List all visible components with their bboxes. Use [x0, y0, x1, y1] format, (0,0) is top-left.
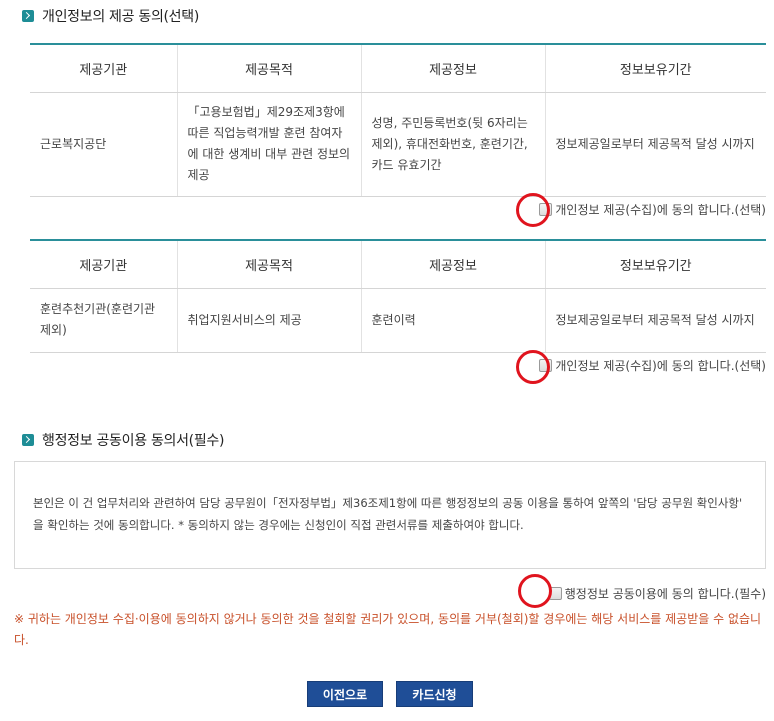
cell-purpose: 「고용보험법」제29조제3항에 따른 직업능력개발 훈련 참여자에 대한 생계비… — [177, 92, 362, 197]
highlight-circle — [518, 574, 552, 608]
header-info: 제공정보 — [361, 240, 546, 289]
section-title-text: 행정정보 공동이용 동의서(필수) — [42, 433, 225, 449]
admin-consent-text: 본인은 이 건 업무처리와 관련하여 담당 공무원이「전자정부법」제36조제1항… — [33, 496, 743, 532]
section-title-text: 개인정보의 제공 동의(선택) — [42, 9, 200, 25]
privacy-table-2: 제공기관 제공목적 제공정보 정보보유기간 훈련추천기관(훈련기관 제외) 취업… — [30, 239, 766, 353]
table-header-row: 제공기관 제공목적 제공정보 정보보유기간 — [30, 44, 766, 93]
consent-checkbox-1[interactable] — [539, 203, 553, 216]
header-period: 정보보유기간 — [545, 240, 766, 289]
header-info: 제공정보 — [361, 44, 546, 93]
cell-org: 훈련추천기관(훈련기관 제외) — [30, 288, 178, 353]
card-apply-button[interactable]: 카드신청 — [396, 681, 473, 707]
header-org: 제공기관 — [30, 44, 178, 93]
cell-info: 훈련이력 — [361, 288, 546, 353]
chevron-right-icon — [22, 434, 34, 446]
cell-org: 근로복지공단 — [30, 92, 178, 197]
cell-purpose: 취업지원서비스의 제공 — [177, 288, 362, 353]
header-purpose: 제공목적 — [177, 240, 362, 289]
cell-info: 성명, 주민등록번호(뒷 6자리는 제외), 휴대전화번호, 훈련기간, 카드 … — [361, 92, 546, 197]
header-purpose: 제공목적 — [177, 44, 362, 93]
consent-row-3: 행정정보 공동이용에 동의 합니다.(필수) — [548, 585, 766, 602]
cell-period: 정보제공일로부터 제공목적 달성 시까지 — [545, 288, 766, 353]
privacy-table-1: 제공기관 제공목적 제공정보 정보보유기간 근로복지공단 「고용보험법」제29조… — [30, 43, 766, 197]
chevron-right-icon — [22, 10, 34, 22]
section-title-privacy: 개인정보의 제공 동의(선택) — [22, 6, 199, 26]
consent-checkbox-2[interactable] — [539, 359, 553, 372]
privacy-notice: ※ 귀하는 개인정보 수집·이용에 동의하지 않거나 동의한 것을 철회할 권리… — [14, 612, 762, 647]
consent-row-2: 개인정보 제공(수집)에 동의 합니다.(선택) — [539, 357, 766, 374]
header-period: 정보보유기간 — [545, 44, 766, 93]
consent-label-2: 개인정보 제공(수집)에 동의 합니다.(선택) — [555, 359, 766, 373]
table-row: 근로복지공단 「고용보험법」제29조제3항에 따른 직업능력개발 훈련 참여자에… — [30, 92, 766, 197]
section-title-admin: 행정정보 공동이용 동의서(필수) — [22, 430, 224, 450]
consent-label-3: 행정정보 공동이용에 동의 합니다.(필수) — [564, 587, 766, 601]
admin-consent-box: 본인은 이 건 업무처리와 관련하여 담당 공무원이「전자정부법」제36조제1항… — [14, 461, 766, 569]
prev-button[interactable]: 이전으로 — [307, 681, 383, 707]
consent-row-1: 개인정보 제공(수집)에 동의 합니다.(선택) — [539, 201, 766, 218]
consent-label-1: 개인정보 제공(수집)에 동의 합니다.(선택) — [555, 203, 766, 217]
cell-period: 정보제공일로부터 제공목적 달성 시까지 — [545, 92, 766, 197]
table-header-row: 제공기관 제공목적 제공정보 정보보유기간 — [30, 240, 766, 289]
consent-checkbox-3[interactable] — [548, 587, 562, 600]
header-org: 제공기관 — [30, 240, 178, 289]
table-row: 훈련추천기관(훈련기관 제외) 취업지원서비스의 제공 훈련이력 정보제공일로부… — [30, 288, 766, 353]
